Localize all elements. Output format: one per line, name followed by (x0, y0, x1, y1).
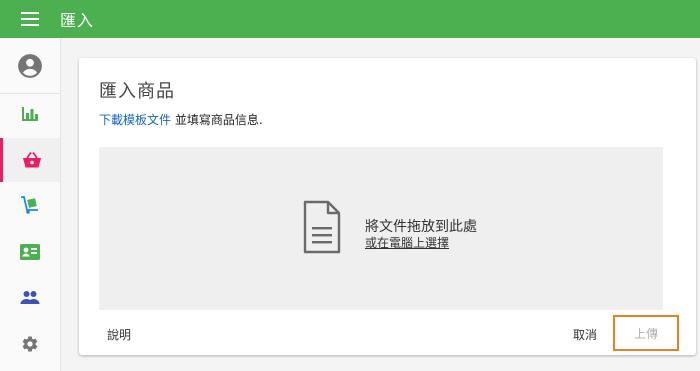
help-button[interactable]: 說明 (107, 326, 131, 343)
hamburger-menu-icon (21, 12, 39, 26)
bar-chart-icon (22, 107, 38, 121)
sidebar-item-account[interactable] (0, 44, 60, 88)
app-bar: 匯入 (0, 0, 700, 38)
upload-button[interactable]: 上傳 (613, 315, 679, 351)
document-icon (303, 200, 341, 254)
sidebar-item-products[interactable] (0, 138, 60, 182)
shopping-basket-icon (22, 151, 41, 168)
dialog-instruction: 下載模板文件 並填寫商品信息. (99, 111, 263, 128)
cancel-button[interactable]: 取消 (573, 326, 597, 343)
sidebar (0, 38, 61, 371)
sidebar-item-customers[interactable] (0, 230, 60, 274)
browse-files-link[interactable]: 或在電腦上選擇 (365, 234, 449, 251)
instruction-text: 並填寫商品信息. (171, 113, 263, 127)
dialog-title: 匯入商品 (99, 81, 175, 102)
sidebar-item-reports[interactable] (0, 92, 60, 136)
download-template-link[interactable]: 下載模板文件 (99, 113, 171, 127)
menu-button[interactable] (0, 0, 60, 38)
gear-icon (22, 336, 38, 352)
sidebar-item-settings[interactable] (0, 322, 60, 366)
dolly-cart-icon (21, 196, 38, 214)
page-title: 匯入 (60, 11, 95, 30)
sidebar-item-users[interactable] (0, 275, 60, 319)
sidebar-item-shipping[interactable] (0, 183, 60, 227)
contact-card-icon (20, 244, 40, 260)
account-circle-icon (18, 54, 42, 78)
import-dialog: 匯入商品 下載模板文件 並填寫商品信息. 將文件拖放到此處 或在電腦上選擇 說明… (79, 58, 696, 355)
dropzone-text: 將文件拖放到此處 (365, 219, 477, 235)
people-icon (20, 291, 40, 304)
file-dropzone[interactable]: 將文件拖放到此處 或在電腦上選擇 (99, 147, 663, 310)
